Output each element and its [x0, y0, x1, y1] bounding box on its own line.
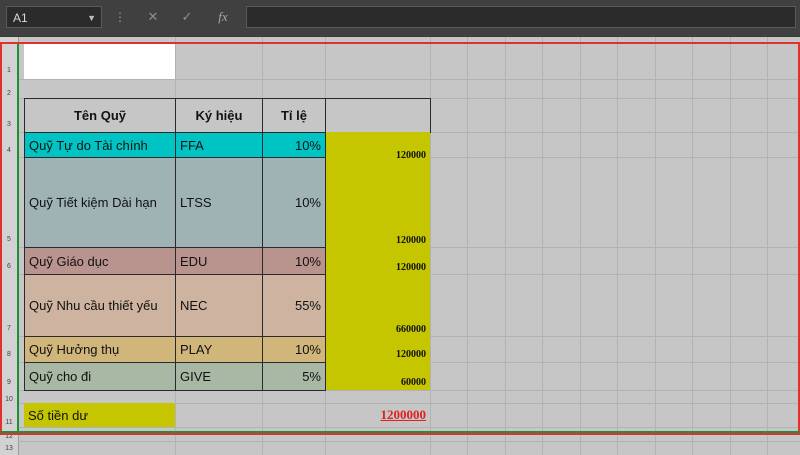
- fund-amount-cell[interactable]: 120000: [325, 349, 426, 360]
- grid-line: [18, 427, 800, 428]
- grid-line: [467, 37, 468, 455]
- row-number[interactable]: 11: [0, 419, 18, 426]
- formula-bar: A1 ▼ ⋮ ✕ ✓ fx: [0, 0, 800, 36]
- header-fund-name[interactable]: Tên Quỹ: [24, 98, 176, 133]
- total-label-cell[interactable]: Số tiền dư: [24, 403, 175, 427]
- row-number[interactable]: 12: [0, 433, 18, 440]
- fund-rate-cell[interactable]: 10%: [262, 157, 326, 248]
- fund-code-cell[interactable]: EDU: [175, 247, 263, 275]
- fund-rate-cell[interactable]: 10%: [262, 132, 326, 158]
- grid-line: [542, 37, 543, 455]
- grid-line: [18, 441, 800, 442]
- selection-edge-bottom: [0, 431, 800, 433]
- more-options-icon[interactable]: ⋮: [114, 10, 126, 24]
- row-number[interactable]: 1: [0, 67, 18, 74]
- row-number[interactable]: 5: [0, 236, 18, 243]
- header-code[interactable]: Ký hiệu: [175, 98, 263, 133]
- fund-name-cell[interactable]: Quỹ Giáo dục: [24, 247, 176, 275]
- header-amount[interactable]: [325, 98, 431, 133]
- row-number[interactable]: 6: [0, 263, 18, 270]
- row-number[interactable]: 4: [0, 147, 18, 154]
- fund-name-cell[interactable]: Quỹ Hưởng thụ: [24, 336, 176, 363]
- row-number[interactable]: 3: [0, 121, 18, 128]
- fund-rate-cell[interactable]: 10%: [262, 336, 326, 363]
- fund-name-cell[interactable]: Quỹ Nhu cầu thiết yếu: [24, 274, 176, 337]
- fund-name-cell[interactable]: Quỹ Tự do Tài chính: [24, 132, 176, 158]
- confirm-icon[interactable]: ✓: [176, 8, 198, 26]
- cell-a1[interactable]: [24, 42, 175, 79]
- fund-rate-cell[interactable]: 5%: [262, 362, 326, 391]
- name-box-value: A1: [13, 11, 28, 25]
- fund-code-cell[interactable]: GIVE: [175, 362, 263, 391]
- cancel-icon[interactable]: ✕: [142, 8, 164, 26]
- fund-code-cell[interactable]: PLAY: [175, 336, 263, 363]
- fund-code-cell[interactable]: NEC: [175, 274, 263, 337]
- fund-amount-cell[interactable]: 660000: [325, 324, 426, 335]
- grid-line: [730, 37, 731, 455]
- row-number[interactable]: 13: [0, 445, 18, 452]
- fund-amount-cell[interactable]: 60000: [325, 377, 426, 388]
- fund-code-cell[interactable]: LTSS: [175, 157, 263, 248]
- grid-line: [692, 37, 693, 455]
- insert-function-icon[interactable]: fx: [212, 8, 234, 26]
- grid-line: [505, 37, 506, 455]
- grid-line: [617, 37, 618, 455]
- fund-amount-cell[interactable]: 120000: [325, 262, 426, 273]
- fund-amount-cell[interactable]: 120000: [325, 150, 426, 161]
- selection-edge-left: [17, 44, 19, 432]
- total-value-cell[interactable]: 1200000: [325, 403, 430, 427]
- grid-line: [580, 37, 581, 455]
- row-number[interactable]: 7: [0, 325, 18, 332]
- header-rate[interactable]: Tỉ lệ: [262, 98, 326, 133]
- name-box[interactable]: A1 ▼: [6, 6, 102, 28]
- row-number[interactable]: 9: [0, 379, 18, 386]
- grid-line: [767, 37, 768, 455]
- fund-name-cell[interactable]: Quỹ cho đi: [24, 362, 176, 391]
- row-number[interactable]: 2: [0, 90, 18, 97]
- row-number[interactable]: 8: [0, 351, 18, 358]
- chevron-down-icon[interactable]: ▼: [87, 7, 96, 29]
- spreadsheet-grid[interactable]: 1 2 3 4 5 6 7 8 9 10 11 12 13 Tên Quỹ Ký…: [0, 37, 800, 455]
- grid-line: [18, 79, 800, 80]
- fund-code-cell[interactable]: FFA: [175, 132, 263, 158]
- formula-input[interactable]: [246, 6, 796, 28]
- fund-rate-cell[interactable]: 55%: [262, 274, 326, 337]
- fund-amount-cell[interactable]: 120000: [325, 235, 426, 246]
- fund-name-cell[interactable]: Quỹ Tiết kiệm Dài hạn: [24, 157, 176, 248]
- fund-rate-cell[interactable]: 10%: [262, 247, 326, 275]
- grid-line: [655, 37, 656, 455]
- row-number[interactable]: 10: [0, 396, 18, 403]
